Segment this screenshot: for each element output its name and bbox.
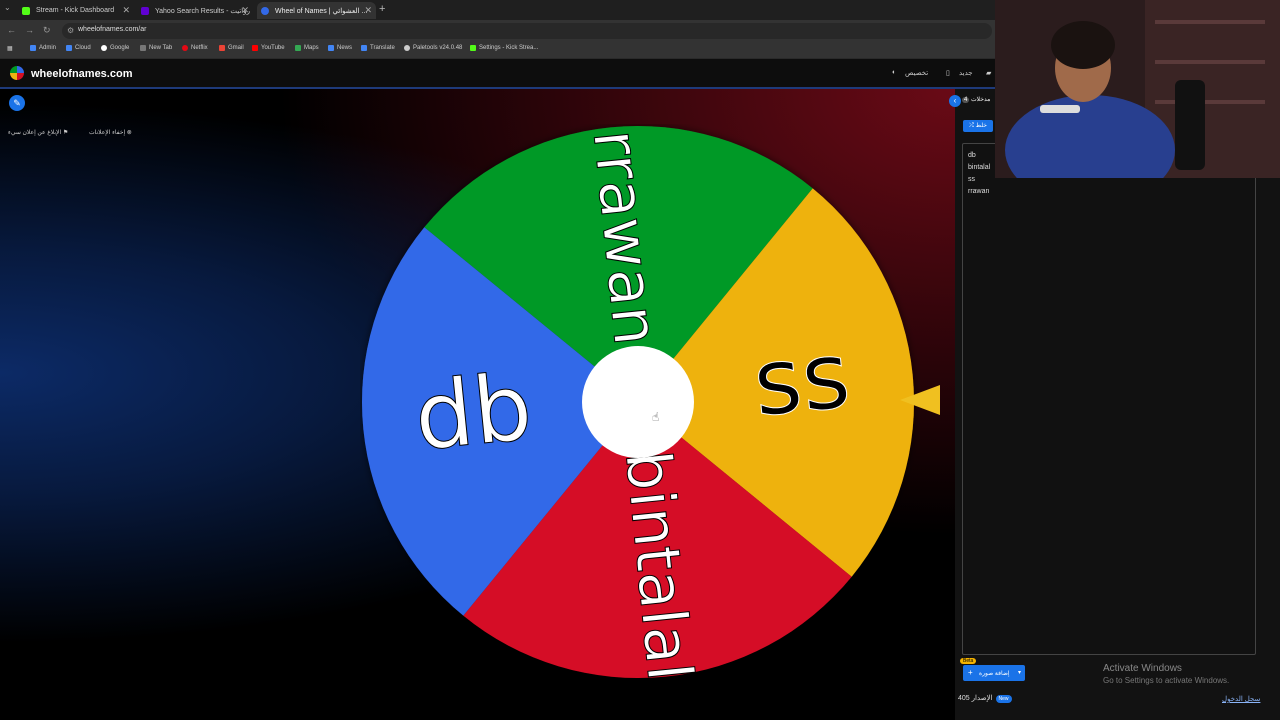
new-file-icon[interactable]: ▯ bbox=[946, 69, 950, 77]
kick-favicon-icon bbox=[22, 6, 30, 15]
bookmark-new-tab[interactable]: New Tab bbox=[140, 45, 172, 51]
tab-title: Stream - Kick Dashboard bbox=[36, 7, 115, 14]
changelog-link[interactable]: سجل الدخول bbox=[1222, 695, 1260, 703]
bookmark-maps[interactable]: Maps bbox=[295, 45, 319, 51]
spin-center-button[interactable] bbox=[582, 346, 694, 458]
new-badge: New bbox=[995, 695, 1012, 703]
entries-list: db bintalal ss rrawan bbox=[968, 150, 990, 198]
entries-textarea[interactable]: db bintalal ss rrawan bbox=[962, 143, 1256, 655]
hide-ads-link[interactable]: إخفاء الإعلانات ⊗ bbox=[89, 129, 132, 136]
version-info: الإصدار 405 New bbox=[958, 694, 1012, 703]
back-icon[interactable]: ← bbox=[7, 25, 16, 35]
site-name[interactable]: wheelofnames.com bbox=[31, 68, 132, 80]
collapse-panel-icon[interactable]: ‹ bbox=[949, 95, 961, 107]
report-ad-link[interactable]: الإبلاغ عن إعلان سيء ⚑ bbox=[8, 129, 68, 136]
bookmark-news[interactable]: News bbox=[328, 45, 352, 51]
bookmark-netflix[interactable]: Netflix bbox=[182, 45, 208, 51]
wheel-logo-icon[interactable] bbox=[10, 66, 24, 80]
customize-button[interactable]: تخصيص bbox=[905, 69, 928, 77]
activate-windows-title: Activate Windows bbox=[1103, 663, 1182, 674]
wheel-label-db: db bbox=[410, 353, 537, 471]
cursor-icon: ☝ bbox=[652, 410, 659, 424]
close-tab-icon[interactable]: ✕ bbox=[241, 5, 249, 16]
close-tab-icon[interactable]: ✕ bbox=[122, 5, 130, 16]
webcam-image bbox=[995, 0, 1280, 178]
list-item: bintalal bbox=[968, 164, 991, 171]
wheel[interactable]: rrawan ss bintalal db ☝ bbox=[360, 124, 920, 685]
add-image-button[interactable]: + إضافة صورة ▾ bbox=[963, 665, 1025, 681]
webcam-overlay bbox=[995, 0, 1280, 178]
beta-badge: Beta bbox=[960, 658, 977, 664]
wheel-label-ss: ss bbox=[749, 321, 855, 437]
forward-icon[interactable]: → bbox=[25, 25, 34, 35]
wheel-favicon-icon bbox=[261, 6, 269, 15]
site-info-icon[interactable]: ⚙ bbox=[67, 26, 74, 35]
wheel-pointer-icon bbox=[900, 385, 940, 415]
edit-icon[interactable]: ✎ bbox=[9, 95, 25, 111]
bookmark-gmail[interactable]: Gmail bbox=[219, 45, 244, 51]
plus-icon: + bbox=[968, 668, 973, 677]
tab-yahoo[interactable]: Yahoo Search Results - رواتيت ✕ bbox=[141, 2, 253, 19]
shuffle-button[interactable]: ⤮ خلط bbox=[963, 120, 993, 132]
tab-title: Yahoo Search Results - رواتيت bbox=[155, 7, 250, 15]
tab-entries[interactable]: مدخلات 4 bbox=[962, 96, 990, 103]
palette-icon[interactable]: ◐ bbox=[892, 69, 896, 76]
activate-windows-subtitle: Go to Settings to activate Windows. bbox=[1103, 676, 1230, 685]
list-item: rrawan bbox=[968, 188, 990, 195]
shuffle-icon: ⤮ bbox=[969, 123, 974, 129]
new-button[interactable]: جديد bbox=[959, 69, 973, 77]
url-text: wheelofnames.com/ar bbox=[78, 26, 147, 33]
list-item: ss bbox=[968, 176, 975, 183]
list-item: db bbox=[968, 152, 976, 159]
dropdown-chevron-icon[interactable]: ▾ bbox=[1018, 669, 1021, 676]
reload-icon[interactable]: ↻ bbox=[43, 25, 51, 36]
tab-title: Wheel of Names | العشوائي ... bbox=[275, 7, 368, 15]
bookmark-admin[interactable]: Admin bbox=[30, 45, 56, 51]
new-tab-icon[interactable]: + bbox=[379, 3, 385, 15]
close-tab-icon[interactable]: ✕ bbox=[364, 5, 372, 16]
wheel-svg[interactable]: rrawanssbintalaldb ☝ bbox=[360, 124, 920, 685]
tab-kick-dashboard[interactable]: Stream - Kick Dashboard ✕ bbox=[22, 2, 134, 19]
url-input[interactable]: ⚙ wheelofnames.com/ar bbox=[62, 23, 992, 39]
bookmark-translate[interactable]: Translate bbox=[361, 45, 395, 51]
bookmark-youtube[interactable]: YouTube bbox=[252, 45, 285, 51]
bookmark-cloud[interactable]: Cloud bbox=[66, 45, 91, 51]
bookmark-google[interactable]: Google bbox=[101, 45, 129, 51]
entries-panel: ‹ مدخلات 4 ⤮ خلط db bintalal ss rrawan B… bbox=[949, 89, 1280, 720]
bookmark-kick-settings[interactable]: Settings - Kick Strea... bbox=[470, 45, 538, 51]
yahoo-favicon-icon bbox=[141, 6, 149, 15]
apps-icon[interactable]: ▦ bbox=[7, 45, 13, 52]
tab-search-icon[interactable]: ⌄ bbox=[4, 3, 11, 12]
wheel-area: ✎ الإبلاغ عن إعلان سيء ⚑ إخفاء الإعلانات… bbox=[0, 89, 955, 720]
bookmark-paletools[interactable]: Paletools v24.0.48 bbox=[404, 45, 462, 51]
open-folder-icon[interactable]: ▰ bbox=[986, 69, 991, 77]
tab-wheel-of-names[interactable]: Wheel of Names | العشوائي ... ✕ bbox=[257, 2, 376, 19]
